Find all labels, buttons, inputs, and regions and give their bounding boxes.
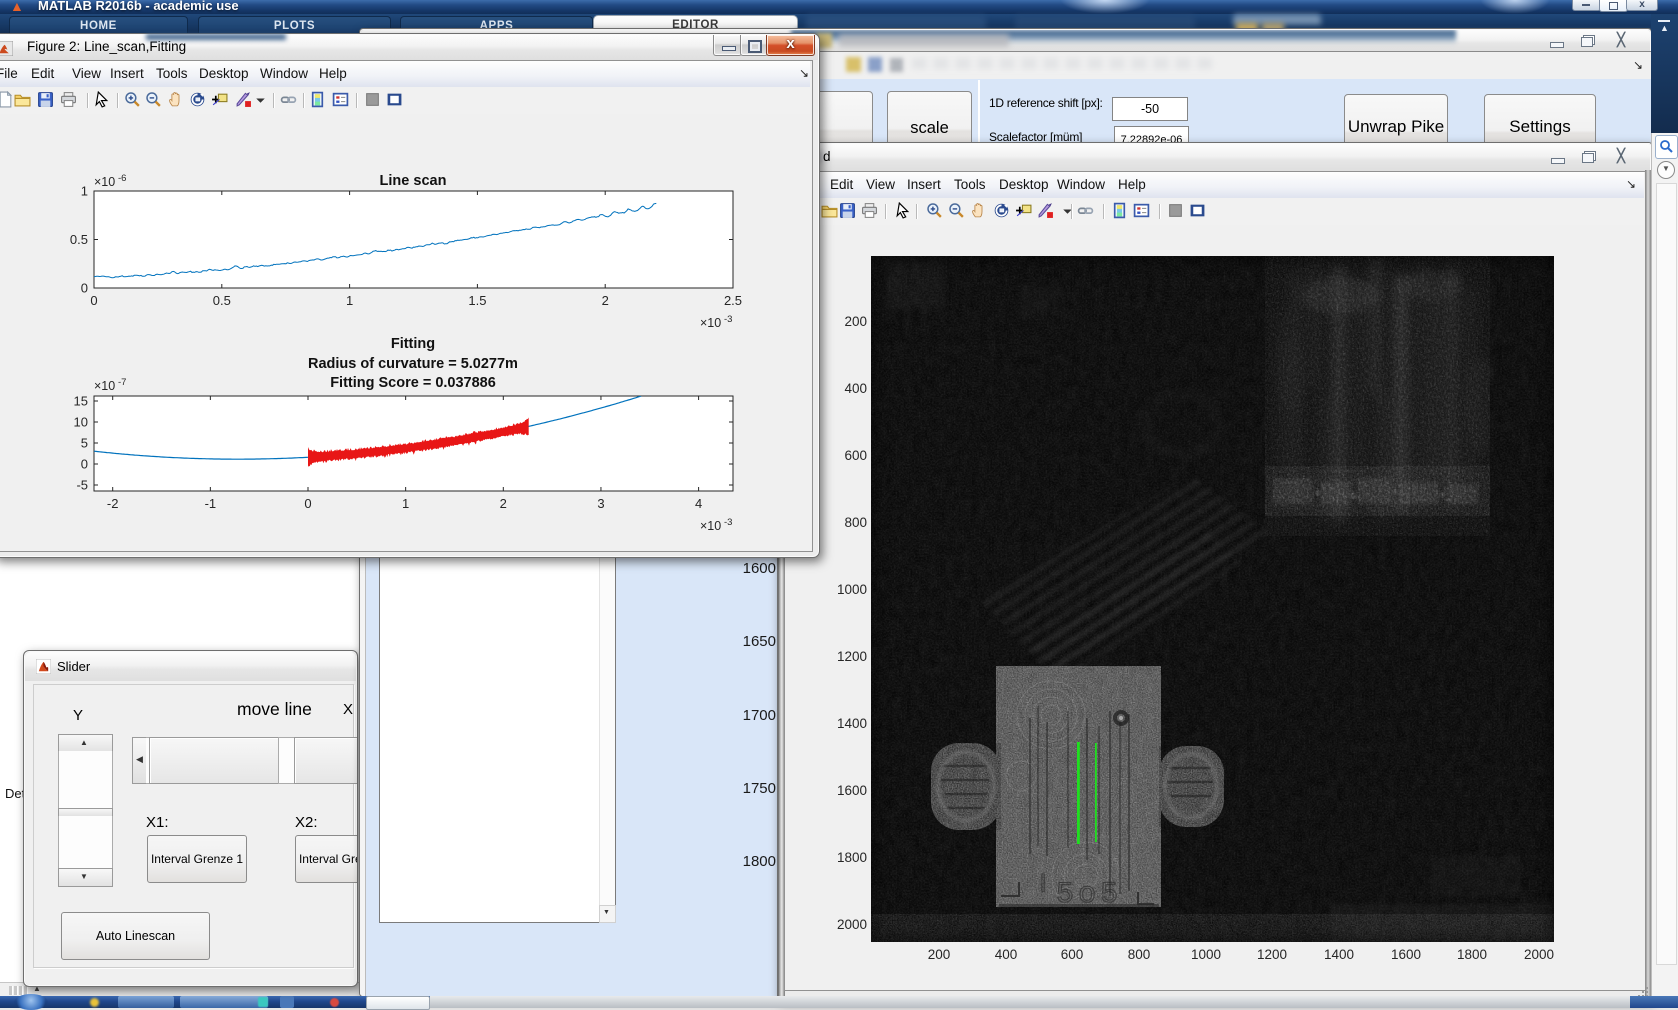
- svg-text:2: 2: [602, 293, 609, 308]
- svg-text:Line scan: Line scan: [380, 173, 447, 189]
- svg-text:2.5: 2.5: [724, 293, 742, 308]
- svg-text:3: 3: [597, 496, 604, 511]
- svg-text:10: 10: [74, 415, 88, 430]
- svg-text:-5: -5: [76, 478, 88, 493]
- svg-text:1.5: 1.5: [468, 293, 486, 308]
- svg-text:1: 1: [346, 293, 353, 308]
- svg-text:0: 0: [90, 293, 97, 308]
- svg-text:×10: ×10: [94, 175, 115, 189]
- svg-text:0: 0: [81, 281, 88, 296]
- svg-text:0.5: 0.5: [70, 232, 88, 247]
- svg-text:1: 1: [402, 496, 409, 511]
- svg-text:5: 5: [81, 436, 88, 451]
- svg-text:Fitting: Fitting: [391, 336, 435, 352]
- svg-text:2: 2: [500, 496, 507, 511]
- svg-text:-2: -2: [107, 496, 119, 511]
- svg-text:0: 0: [81, 457, 88, 472]
- svg-text:4: 4: [695, 496, 702, 511]
- svg-text:15: 15: [74, 394, 88, 409]
- svg-text:1: 1: [81, 184, 88, 199]
- svg-text:Fitting Score = 0.037886: Fitting Score = 0.037886: [330, 375, 496, 391]
- svg-text:-7: -7: [118, 377, 126, 388]
- svg-text:-6: -6: [118, 173, 126, 184]
- svg-text:-3: -3: [724, 517, 732, 528]
- svg-text:×10: ×10: [94, 379, 115, 393]
- svg-text:Radius of curvature = 5.0277m: Radius of curvature = 5.0277m: [308, 356, 518, 372]
- svg-text:0.5: 0.5: [213, 293, 231, 308]
- svg-text:-1: -1: [205, 496, 217, 511]
- svg-text:×10: ×10: [700, 316, 721, 330]
- svg-text:-3: -3: [724, 314, 732, 325]
- svg-text:0: 0: [304, 496, 311, 511]
- svg-text:×10: ×10: [700, 519, 721, 533]
